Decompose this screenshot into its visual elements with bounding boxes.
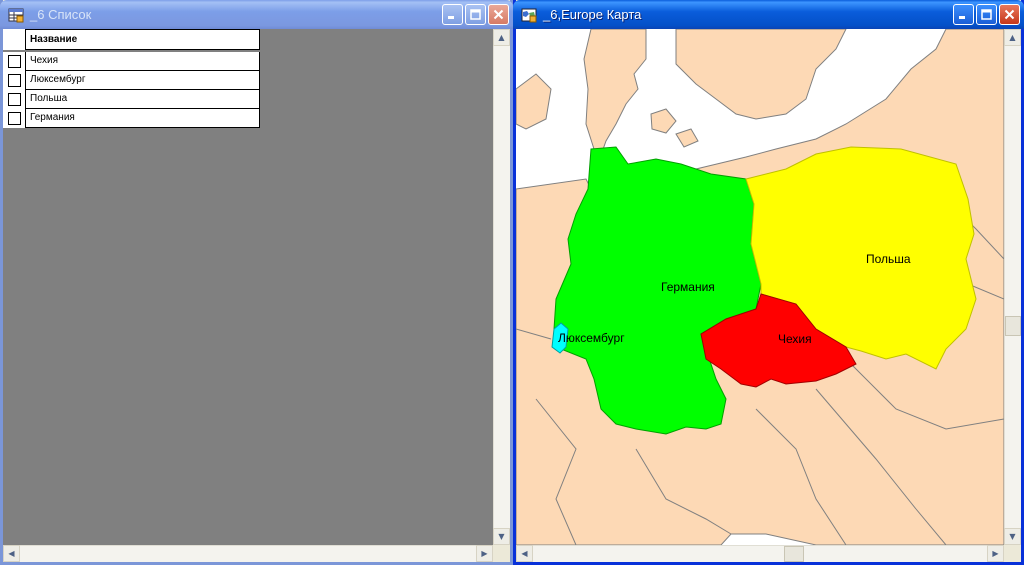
list-client-area: Название Чехия Люксембург Польша Германи… <box>3 29 510 562</box>
table-icon <box>8 8 24 22</box>
row-checkbox[interactable] <box>7 54 21 68</box>
minimize-icon <box>448 16 454 19</box>
minimize-button[interactable] <box>442 4 463 25</box>
minimize-button[interactable] <box>953 4 974 25</box>
row-check-cell[interactable] <box>3 109 25 128</box>
table-row[interactable]: Польша <box>3 90 260 109</box>
close-icon <box>1004 9 1015 20</box>
grid-header-row: Название <box>3 29 260 50</box>
row-checkbox[interactable] <box>7 92 21 106</box>
map-label-czech: Чехия <box>778 332 812 346</box>
maximize-button[interactable] <box>465 4 486 25</box>
row-name-cell[interactable]: Чехия <box>25 52 260 71</box>
map-horizontal-scrollbar[interactable]: ◀ ▶ <box>516 545 1004 562</box>
list-grid: Название Чехия Люксембург Польша Германи… <box>3 29 260 128</box>
close-icon <box>493 9 504 20</box>
header-check-cell <box>3 29 25 50</box>
row-checkbox[interactable] <box>7 111 21 125</box>
scroll-up-button[interactable]: ▲ <box>493 29 510 46</box>
table-row[interactable]: Германия <box>3 109 260 128</box>
map-label-luxembourg: Люксембург <box>558 331 625 345</box>
map-vertical-scrollbar[interactable]: ▲ ▼ <box>1004 29 1021 545</box>
horizontal-scroll-thumb[interactable] <box>784 546 804 562</box>
map-label-poland: Польша <box>866 252 911 266</box>
row-checkbox[interactable] <box>7 73 21 87</box>
map-client-area[interactable]: Германия Польша Чехия Люксембург ▲ ▼ ◀ ▶ <box>516 29 1021 562</box>
row-name-cell[interactable]: Германия <box>25 109 260 128</box>
map-label-germany: Германия <box>661 280 715 294</box>
close-button[interactable] <box>488 4 509 25</box>
scroll-corner <box>493 545 510 562</box>
map-window: _6,Europe Карта Германия Польша Чехия Лю… <box>513 0 1024 565</box>
maximize-icon <box>470 9 481 20</box>
list-window: _6 Список Название Чехия Люксембург Поль… <box>0 0 513 565</box>
map-icon <box>521 8 537 22</box>
scroll-left-button[interactable]: ◀ <box>516 545 533 562</box>
maximize-button[interactable] <box>976 4 997 25</box>
map-window-title: _6,Europe Карта <box>543 7 642 22</box>
row-name-cell[interactable]: Люксембург <box>25 71 260 90</box>
scroll-left-button[interactable]: ◀ <box>3 545 20 562</box>
list-horizontal-scrollbar[interactable]: ◀ ▶ <box>3 545 493 562</box>
list-vertical-scrollbar[interactable]: ▲ ▼ <box>493 29 510 545</box>
map-window-titlebar[interactable]: _6,Europe Карта <box>513 0 1024 29</box>
minimize-icon <box>959 16 965 19</box>
list-window-titlebar[interactable]: _6 Список <box>0 0 513 29</box>
maximize-icon <box>981 9 992 20</box>
vertical-scroll-thumb[interactable] <box>1005 316 1021 336</box>
table-row[interactable]: Чехия <box>3 52 260 71</box>
scroll-down-button[interactable]: ▼ <box>493 528 510 545</box>
scroll-corner <box>1004 545 1021 562</box>
row-check-cell[interactable] <box>3 52 25 71</box>
scroll-right-button[interactable]: ▶ <box>476 545 493 562</box>
scroll-down-button[interactable]: ▼ <box>1004 528 1021 545</box>
row-check-cell[interactable] <box>3 71 25 90</box>
map-canvas[interactable]: Германия Польша Чехия Люксембург <box>516 29 1004 545</box>
row-check-cell[interactable] <box>3 90 25 109</box>
list-window-title: _6 Список <box>30 7 92 22</box>
column-header-name[interactable]: Название <box>25 29 260 50</box>
close-button[interactable] <box>999 4 1020 25</box>
scroll-up-button[interactable]: ▲ <box>1004 29 1021 46</box>
scroll-right-button[interactable]: ▶ <box>987 545 1004 562</box>
table-row[interactable]: Люксембург <box>3 71 260 90</box>
row-name-cell[interactable]: Польша <box>25 90 260 109</box>
